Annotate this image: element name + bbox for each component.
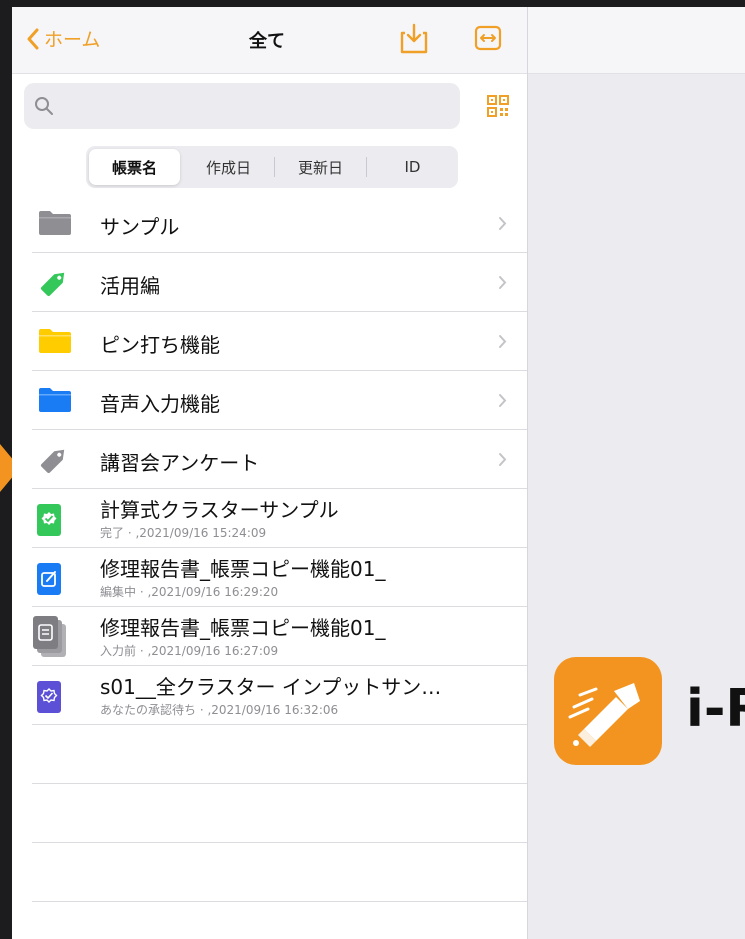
sort-segmented-control: 帳票名 作成日 更新日 ID — [86, 146, 458, 188]
qr-scan-button[interactable] — [487, 95, 509, 121]
form-status: 完了 · ,2021/09/16 15:24:09 — [100, 526, 267, 540]
form-status: あなたの承認待ち · ,2021/09/16 16:32:06 — [100, 703, 339, 717]
chevron-right-icon — [499, 276, 507, 289]
list-item[interactable]: サンプル — [32, 194, 527, 253]
app-window: ホーム 全て 帳票名 作成日 更新日 ID サンプル 活用編 ピン打ち機能 音声… — [0, 0, 745, 939]
expand-button[interactable] — [474, 24, 502, 56]
qr-code-icon — [487, 95, 509, 117]
green-tag-icon — [40, 272, 65, 297]
detail-pane: i-R — [528, 7, 745, 939]
file-list: サンプル 活用編 ピン打ち機能 音声入力機能 講習会アンケート 計算式クラスター… — [12, 194, 527, 902]
list-item[interactable]: ピン打ち機能 — [32, 312, 527, 371]
list-item[interactable]: 音声入力機能 — [32, 371, 527, 430]
gray-tag-icon — [40, 449, 65, 474]
search-input[interactable] — [24, 83, 460, 129]
folder-label: 音声入力機能 — [100, 392, 220, 416]
sort-by-updated[interactable]: 更新日 — [275, 146, 366, 188]
empty-row — [32, 784, 527, 843]
app-logo-icon — [554, 657, 662, 765]
completed-check-icon — [37, 504, 61, 536]
form-status: 編集中 · ,2021/09/16 16:29:20 — [100, 585, 279, 599]
sort-by-id[interactable]: ID — [367, 146, 458, 188]
list-item[interactable]: 修理報告書_帳票コピー機能01_ 編集中 · ,2021/09/16 16:29… — [32, 548, 527, 607]
sort-by-created[interactable]: 作成日 — [183, 146, 274, 188]
approval-pending-icon — [37, 681, 61, 713]
form-title: 修理報告書_帳票コピー機能01_ — [100, 557, 386, 581]
pen-hand-icon — [568, 683, 640, 747]
blue-folder-icon — [39, 388, 71, 412]
gray-folder-icon — [39, 211, 71, 235]
device-bezel-top — [0, 0, 745, 7]
detail-navbar — [528, 7, 745, 74]
chevron-right-icon — [499, 394, 507, 407]
chevron-left-icon — [27, 28, 39, 49]
chevron-right-icon — [499, 335, 507, 348]
back-label: ホーム — [44, 29, 101, 51]
chevron-right-icon — [499, 217, 507, 230]
back-button[interactable]: ホーム — [26, 25, 100, 52]
editing-icon — [37, 563, 61, 595]
form-title: s01__全クラスター インプットサン… — [100, 675, 442, 699]
form-status: 入力前 · ,2021/09/16 16:27:09 — [100, 644, 279, 658]
yellow-folder-icon — [39, 329, 71, 353]
list-item[interactable]: 計算式クラスターサンプル 完了 · ,2021/09/16 15:24:09 — [32, 489, 527, 548]
list-item[interactable]: 修理報告書_帳票コピー機能01_ 入力前 · ,2021/09/16 16:27… — [32, 607, 527, 666]
list-item[interactable]: 講習会アンケート — [32, 430, 527, 489]
folder-label: 講習会アンケート — [100, 451, 260, 475]
folder-label: ピン打ち機能 — [100, 333, 220, 357]
sidebar: ホーム 全て 帳票名 作成日 更新日 ID サンプル 活用編 ピン打ち機能 音声… — [12, 7, 528, 939]
list-item[interactable]: 活用編 — [32, 253, 527, 312]
chevron-right-icon — [499, 453, 507, 466]
search-icon — [35, 97, 53, 115]
sort-by-name[interactable]: 帳票名 — [89, 149, 180, 185]
empty-row — [32, 843, 527, 902]
empty-row — [32, 725, 527, 784]
download-tray-icon — [400, 23, 428, 54]
folder-label: サンプル — [100, 215, 180, 239]
page-title: 全て — [249, 31, 285, 52]
before-input-stack-icon — [33, 616, 66, 657]
navigation-bar: ホーム 全て — [12, 7, 527, 74]
form-title: 計算式クラスターサンプル — [100, 498, 339, 522]
expand-horizontal-icon — [474, 25, 502, 51]
form-title: 修理報告書_帳票コピー機能01_ — [100, 616, 386, 640]
folder-label: 活用編 — [100, 274, 160, 298]
app-name: i-R — [686, 679, 745, 739]
list-item[interactable]: s01__全クラスター インプットサン… あなたの承認待ち · ,2021/09… — [32, 666, 527, 725]
import-button[interactable] — [396, 21, 432, 61]
